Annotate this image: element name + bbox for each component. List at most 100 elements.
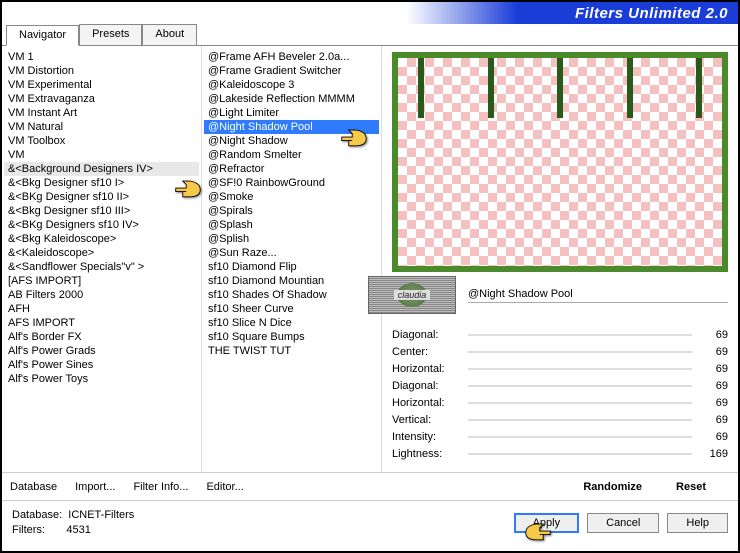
logo-badge: claudia (368, 276, 456, 314)
filter-item[interactable]: @SF!0 RainbowGround (204, 176, 379, 190)
category-item[interactable]: VM 1 (4, 50, 199, 64)
slider-label: Vertical: (392, 414, 462, 426)
category-item[interactable]: AFH (4, 302, 199, 316)
slider-track[interactable] (468, 385, 692, 387)
sliders-area: Diagonal:69Center:69Horizontal:69Diagona… (392, 318, 728, 468)
category-item[interactable]: Alf's Power Grads (4, 344, 199, 358)
category-item[interactable]: Alf's Power Sines (4, 358, 199, 372)
category-item[interactable]: &<Bkg Kaleidoscope> (4, 232, 199, 246)
filter-item[interactable]: @Refractor (204, 162, 379, 176)
reset-button[interactable]: Reset (676, 481, 706, 493)
slider-row: Diagonal:69 (392, 377, 728, 394)
slider-row: Lightness:169 (392, 445, 728, 462)
preview-bars (398, 58, 722, 118)
preview-image (392, 52, 728, 272)
filter-item[interactable]: @Kaleidoscope 3 (204, 78, 379, 92)
category-pane: VM 1VM DistortionVM ExperimentalVM Extra… (2, 46, 202, 472)
slider-track[interactable] (468, 351, 692, 353)
tab-presets[interactable]: Presets (79, 24, 142, 45)
slider-row: Center: 69 (392, 343, 728, 360)
randomize-button[interactable]: Randomize (583, 481, 642, 493)
filter-item[interactable]: sf10 Diamond Flip (204, 260, 379, 274)
selected-filter-name: @Night Shadow Pool (468, 288, 728, 303)
tab-about[interactable]: About (142, 24, 197, 45)
category-item[interactable]: &<Bkg Designer sf10 I> (4, 176, 199, 190)
filter-item[interactable]: @Night Shadow (204, 134, 379, 148)
filter-item[interactable]: @Night Shadow Pool (204, 120, 379, 134)
category-item[interactable]: VM Experimental (4, 78, 199, 92)
filter-item[interactable]: @Smoke (204, 190, 379, 204)
filter-item[interactable]: sf10 Sheer Curve (204, 302, 379, 316)
category-item[interactable]: AFS IMPORT (4, 316, 199, 330)
slider-row: Horizontal: 69 (392, 360, 728, 377)
filter-info-button[interactable]: Filter Info... (133, 481, 188, 493)
filter-item[interactable]: @Frame Gradient Switcher (204, 64, 379, 78)
category-item[interactable]: [AFS IMPORT] (4, 274, 199, 288)
category-item[interactable]: Alf's Power Toys (4, 372, 199, 386)
tab-navigator[interactable]: Navigator (6, 25, 79, 46)
slider-label: Center: (392, 346, 462, 358)
slider-label: Horizontal: (392, 363, 462, 375)
category-item[interactable]: &<Sandflower Specials"v" > (4, 260, 199, 274)
category-item[interactable]: &<Bkg Designer sf10 III> (4, 204, 199, 218)
status-row: Database: ICNET-Filters Filters: 4531 Ap… (2, 500, 738, 544)
help-button[interactable]: Help (667, 513, 728, 533)
app-title: Filters Unlimited 2.0 (575, 5, 728, 22)
toolbar-row: Database Import... Filter Info... Editor… (2, 472, 738, 500)
action-buttons: Apply Cancel Help (514, 513, 728, 533)
cancel-button[interactable]: Cancel (587, 513, 659, 533)
main-area: VM 1VM DistortionVM ExperimentalVM Extra… (2, 46, 738, 472)
slider-track[interactable] (468, 402, 692, 404)
slider-value: 69 (698, 329, 728, 341)
filter-item[interactable]: sf10 Shades Of Shadow (204, 288, 379, 302)
database-button[interactable]: Database (10, 481, 57, 493)
filter-item[interactable]: @Splash (204, 218, 379, 232)
slider-track[interactable] (468, 453, 692, 455)
category-item[interactable]: Alf's Border FX (4, 330, 199, 344)
category-item[interactable]: &<Kaleidoscope> (4, 246, 199, 260)
slider-label: Diagonal: (392, 329, 462, 341)
slider-label: Diagonal: (392, 380, 462, 392)
filter-item[interactable]: @Frame AFH Beveler 2.0a... (204, 50, 379, 64)
category-item[interactable]: &<Background Designers IV> (4, 162, 199, 176)
category-item[interactable]: AB Filters 2000 (4, 288, 199, 302)
category-item[interactable]: VM Natural (4, 120, 199, 134)
filter-list[interactable]: @Frame AFH Beveler 2.0a...@Frame Gradien… (202, 46, 381, 472)
filter-item[interactable]: THE TWIST TUT (204, 344, 379, 358)
filter-item[interactable]: sf10 Diamond Mountian (204, 274, 379, 288)
category-item[interactable]: VM Toolbox (4, 134, 199, 148)
filter-item[interactable]: sf10 Slice N Dice (204, 316, 379, 330)
slider-value: 69 (698, 431, 728, 443)
filter-item[interactable]: sf10 Square Bumps (204, 330, 379, 344)
category-item[interactable]: &<BKg Designers sf10 IV> (4, 218, 199, 232)
slider-label: Horizontal: (392, 397, 462, 409)
filter-item[interactable]: @Splish (204, 232, 379, 246)
slider-value: 69 (698, 414, 728, 426)
category-item[interactable]: VM Extravaganza (4, 92, 199, 106)
category-item[interactable]: &<BKg Designer sf10 II> (4, 190, 199, 204)
slider-row: Horizontal:69 (392, 394, 728, 411)
slider-value: 69 (698, 363, 728, 375)
apply-button[interactable]: Apply (514, 513, 580, 533)
filter-item[interactable]: @Light Limiter (204, 106, 379, 120)
category-item[interactable]: VM Instant Art (4, 106, 199, 120)
slider-value: 69 (698, 346, 728, 358)
preview-pane: claudia @Night Shadow Pool Diagonal:69Ce… (382, 46, 738, 472)
import-button[interactable]: Import... (75, 481, 115, 493)
slider-track[interactable] (468, 419, 692, 421)
filter-item[interactable]: @Lakeside Reflection MMMM (204, 92, 379, 106)
category-item[interactable]: VM Distortion (4, 64, 199, 78)
title-bar: Filters Unlimited 2.0 (2, 2, 738, 24)
filter-item[interactable]: @Sun Raze... (204, 246, 379, 260)
slider-track[interactable] (468, 368, 692, 370)
slider-track[interactable] (468, 334, 692, 336)
tab-strip: Navigator Presets About (2, 24, 738, 46)
filter-item[interactable]: @Random Smelter (204, 148, 379, 162)
slider-value: 169 (698, 448, 728, 460)
status-info: Database: ICNET-Filters Filters: 4531 (12, 508, 134, 538)
editor-button[interactable]: Editor... (206, 481, 243, 493)
category-item[interactable]: VM (4, 148, 199, 162)
slider-track[interactable] (468, 436, 692, 438)
filter-item[interactable]: @Spirals (204, 204, 379, 218)
category-list[interactable]: VM 1VM DistortionVM ExperimentalVM Extra… (2, 46, 201, 472)
